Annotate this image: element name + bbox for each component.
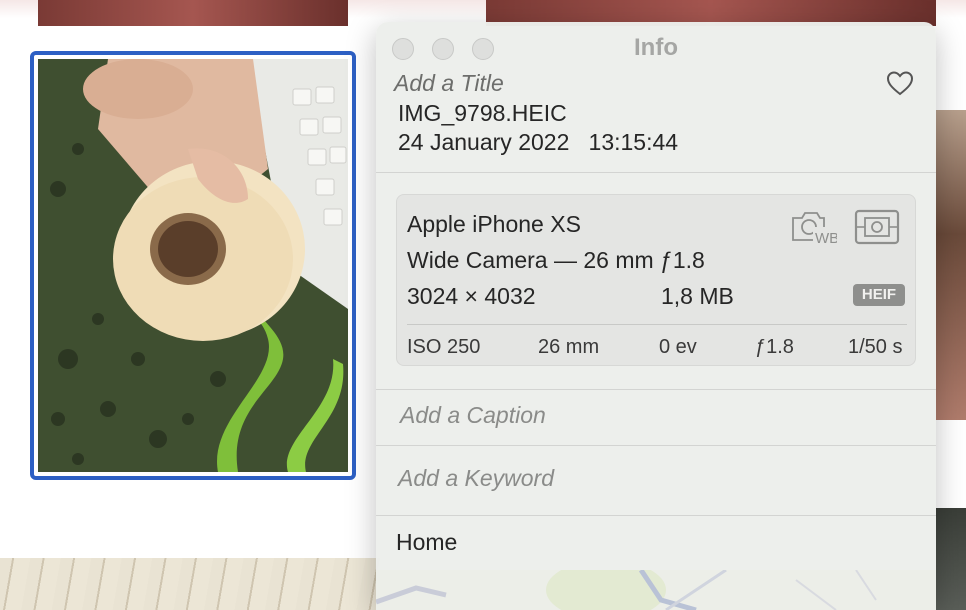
camera-info-card: Apple iPhone XS Wide Camera — 26 mm ƒ1.8… <box>396 194 916 366</box>
title-field[interactable]: Add a Title <box>394 70 504 97</box>
filename: IMG_9798.HEIC <box>398 100 567 126</box>
file-size: 1,8 MB <box>661 283 734 309</box>
camera-wb-icon: WB <box>791 209 839 250</box>
camera-model: Apple iPhone XS <box>407 211 581 237</box>
lens-info: Wide Camera — 26 mm ƒ1.8 <box>407 247 705 273</box>
exif-aperture: ƒ1.8 <box>755 336 794 358</box>
metering-mode-icon <box>854 209 900 250</box>
divider <box>376 515 936 516</box>
image-dimensions: 3024 × 4032 <box>407 283 536 309</box>
map-image <box>376 570 936 610</box>
photo-image <box>38 59 348 472</box>
time: 13:15:44 <box>588 129 679 155</box>
photo-thumbnail[interactable] <box>38 0 348 26</box>
heart-icon[interactable] <box>886 70 914 101</box>
photo-content <box>38 59 348 472</box>
svg-text:WB: WB <box>815 230 837 245</box>
exif-focal-length: 26 mm <box>538 336 600 358</box>
exif-iso: ISO 250 <box>407 336 481 358</box>
divider <box>376 445 936 446</box>
photo-thumbnail[interactable] <box>0 558 380 610</box>
info-panel: Info Add a Title IMG_9798.HEIC 24 Januar… <box>376 22 936 610</box>
caption-field[interactable]: Add a Caption <box>400 402 546 429</box>
card-divider <box>407 324 907 325</box>
divider <box>376 172 936 173</box>
keyword-field[interactable]: Add a Keyword <box>398 465 554 492</box>
window-title: Info <box>634 34 678 61</box>
format-badge: HEIF <box>853 284 905 306</box>
divider <box>376 389 936 390</box>
photo-thumbnail[interactable] <box>936 508 966 610</box>
photo-thumbnail[interactable] <box>936 110 966 420</box>
date-time: 24 January 2022 13:15:44 <box>398 129 678 156</box>
date: 24 January 2022 <box>398 129 570 155</box>
exif-shutter-speed: 1/50 s <box>848 336 903 358</box>
exif-exposure-bias: 0 ev <box>659 336 697 358</box>
location-name: Home <box>396 529 458 555</box>
selected-photo-thumbnail[interactable] <box>30 51 356 480</box>
location-map[interactable] <box>376 570 936 610</box>
